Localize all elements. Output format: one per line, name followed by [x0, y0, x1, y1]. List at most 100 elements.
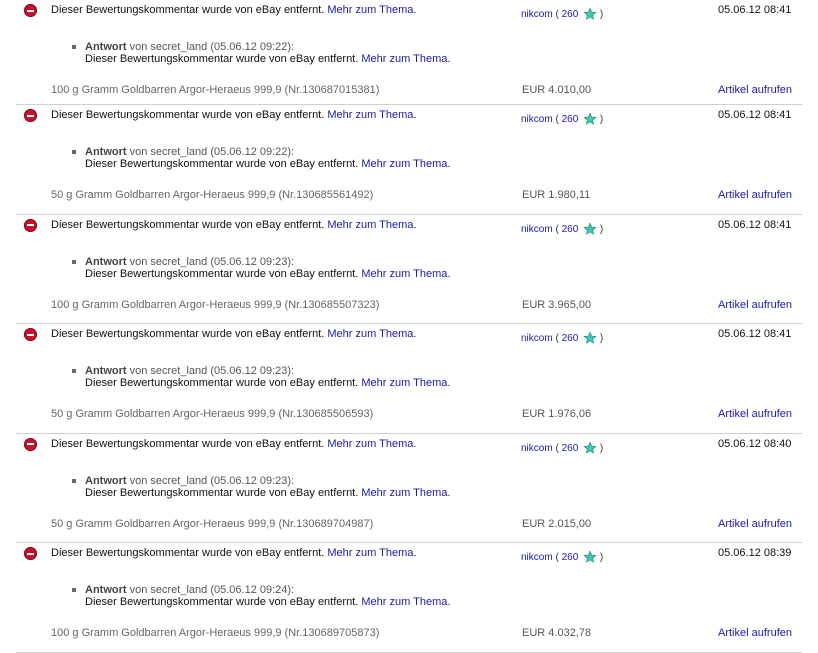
comment-text: Dieser Bewertungskommentar wurde von eBa… — [51, 218, 325, 231]
reply-more-info-link[interactable]: Mehr zum Thema. — [361, 377, 450, 389]
feedback-entry: Dieser Bewertungskommentar wurde von eBa… — [16, 324, 802, 434]
seller-name-link[interactable]: nikcom — [521, 9, 553, 20]
view-item-link[interactable]: Artikel aufrufen — [718, 408, 792, 420]
feedback-comment: Dieser Bewertungskommentar wurde von eBa… — [51, 109, 416, 121]
feedback-date: 05.06.12 08:39 — [718, 547, 792, 560]
turquoise-star-icon — [583, 222, 597, 235]
reply-text: Dieser Bewertungskommentar wurde von eBa… — [85, 377, 359, 390]
seller-name-link[interactable]: nikcom — [521, 224, 553, 235]
feedback-comment: Dieser Bewertungskommentar wurde von eBa… — [51, 4, 416, 16]
removed-icon — [24, 218, 37, 232]
removed-icon — [24, 328, 37, 342]
item-title: 100 g Gramm Goldbarren Argor-Heraeus 999… — [51, 627, 380, 640]
item-title: 50 g Gramm Goldbarren Argor-Heraeus 999,… — [51, 189, 374, 201]
seller-info: nikcom ( 260 ) — [521, 550, 604, 564]
comment-text: Dieser Bewertungskommentar wurde von eBa… — [51, 328, 325, 341]
view-item-link[interactable]: Artikel aufrufen — [718, 189, 792, 201]
comment-text: Dieser Bewertungskommentar wurde von eBa… — [51, 109, 325, 121]
reply-more-info-link[interactable]: Mehr zum Thema. — [361, 53, 450, 65]
reply-text: Dieser Bewertungskommentar wurde von eBa… — [85, 486, 359, 499]
item-price: EUR 1.980,11 — [522, 189, 591, 201]
feedback-comment: Dieser Bewertungskommentar wurde von eBa… — [51, 547, 416, 559]
feedback-entry: Dieser Bewertungskommentar wurde von eBa… — [16, 215, 802, 325]
feedback-date: 05.06.12 08:41 — [718, 4, 792, 16]
seller-score-link[interactable]: 260 — [562, 9, 579, 20]
seller-info: nikcom ( 260 ) — [521, 331, 604, 345]
feedback-entry: Dieser Bewertungskommentar wurde von eBa… — [16, 105, 802, 215]
view-item-link[interactable]: Artikel aufrufen — [718, 627, 792, 639]
reply-label: Antwort — [85, 474, 127, 487]
turquoise-star-icon — [583, 112, 597, 125]
more-info-link[interactable]: Mehr zum Thema. — [327, 109, 416, 121]
removed-icon — [24, 547, 37, 561]
seller-info: nikcom ( 260 ) — [521, 441, 604, 454]
reply-meta: von secret_land (05.06.12 09:22): — [129, 41, 295, 53]
seller-score-link[interactable]: 260 — [562, 443, 579, 454]
feedback-date: 05.06.12 08:41 — [718, 218, 792, 231]
seller-name-link[interactable]: nikcom — [521, 552, 553, 563]
bullet-icon — [72, 259, 76, 264]
reply-label: Antwort — [85, 146, 127, 158]
reply-more-info-link[interactable]: Mehr zum Thema. — [361, 268, 450, 280]
seller-score-link[interactable]: 260 — [562, 224, 579, 235]
reply-text: Dieser Bewertungskommentar wurde von eBa… — [85, 267, 359, 280]
bullet-icon — [72, 588, 76, 593]
item-price: EUR 4.032,78 — [522, 627, 592, 640]
item-price: EUR 3.965,00 — [522, 298, 592, 311]
removed-icon — [24, 4, 37, 17]
bullet-icon — [72, 45, 76, 49]
reply-meta: von secret_land (05.06.12 09:22): — [129, 146, 295, 158]
item-title: 50 g Gramm Goldbarren Argor-Heraeus 999,… — [51, 408, 374, 421]
item-price: EUR 1.976,06 — [522, 408, 592, 421]
seller-name-link[interactable]: nikcom — [521, 443, 553, 454]
item-title: 100 g Gramm Goldbarren Argor-Heraeus 999… — [51, 298, 380, 311]
bullet-icon — [72, 150, 76, 154]
comment-text: Dieser Bewertungskommentar wurde von eBa… — [51, 437, 325, 450]
reply-label: Antwort — [85, 41, 127, 53]
feedback-comment: Dieser Bewertungskommentar wurde von eBa… — [51, 219, 416, 231]
removed-icon — [24, 109, 37, 122]
reply-label: Antwort — [85, 255, 127, 268]
feedback-comment: Dieser Bewertungskommentar wurde von eBa… — [51, 438, 416, 450]
more-info-link[interactable]: Mehr zum Thema. — [327, 219, 416, 231]
more-info-link[interactable]: Mehr zum Thema. — [327, 4, 416, 16]
feedback-entry: Dieser Bewertungskommentar wurde von eBa… — [16, 0, 802, 105]
feedback-entry: Dieser Bewertungskommentar wurde von eBa… — [16, 543, 802, 653]
reply-text: Dieser Bewertungskommentar wurde von eBa… — [85, 158, 359, 170]
item-price: EUR 2.015,00 — [522, 517, 592, 530]
view-item-link[interactable]: Artikel aufrufen — [718, 518, 792, 530]
view-item-link[interactable]: Artikel aufrufen — [718, 299, 792, 311]
reply-meta: von secret_land (05.06.12 09:23): — [129, 474, 295, 487]
comment-text: Dieser Bewertungskommentar wurde von eBa… — [51, 547, 325, 560]
turquoise-star-icon — [583, 550, 597, 564]
turquoise-star-icon — [583, 331, 597, 344]
reply-label: Antwort — [85, 365, 127, 378]
seller-score-link[interactable]: 260 — [562, 333, 579, 344]
feedback-date: 05.06.12 08:41 — [718, 109, 792, 121]
reply-more-info-link[interactable]: Mehr zum Thema. — [361, 596, 450, 608]
seller-score-link[interactable]: 260 — [562, 114, 579, 125]
removed-icon — [24, 437, 37, 451]
seller-score-link[interactable]: 260 — [562, 552, 579, 563]
more-info-link[interactable]: Mehr zum Thema. — [327, 328, 416, 340]
seller-name-link[interactable]: nikcom — [521, 114, 553, 125]
reply-more-info-link[interactable]: Mehr zum Thema. — [361, 487, 450, 499]
reply-text: Dieser Bewertungskommentar wurde von eBa… — [85, 596, 359, 609]
more-info-link[interactable]: Mehr zum Thema. — [327, 547, 416, 559]
reply-text: Dieser Bewertungskommentar wurde von eBa… — [85, 53, 359, 65]
reply-meta: von secret_land (05.06.12 09:23): — [129, 255, 295, 268]
more-info-link[interactable]: Mehr zum Thema. — [327, 438, 416, 450]
seller-info: nikcom ( 260 ) — [521, 7, 604, 20]
comment-text: Dieser Bewertungskommentar wurde von eBa… — [51, 4, 325, 16]
seller-info: nikcom ( 260 ) — [521, 222, 604, 235]
reply-more-info-link[interactable]: Mehr zum Thema. — [361, 158, 450, 170]
feedback-list: Dieser Bewertungskommentar wurde von eBa… — [16, 0, 802, 653]
reply-meta: von secret_land (05.06.12 09:23): — [129, 365, 295, 378]
bullet-icon — [72, 369, 76, 374]
bullet-icon — [72, 478, 76, 483]
seller-name-link[interactable]: nikcom — [521, 333, 553, 344]
item-price: EUR 4.010,00 — [522, 84, 592, 96]
feedback-entry: Dieser Bewertungskommentar wurde von eBa… — [16, 434, 802, 544]
item-title: 50 g Gramm Goldbarren Argor-Heraeus 999,… — [51, 517, 374, 530]
view-item-link[interactable]: Artikel aufrufen — [718, 84, 792, 96]
